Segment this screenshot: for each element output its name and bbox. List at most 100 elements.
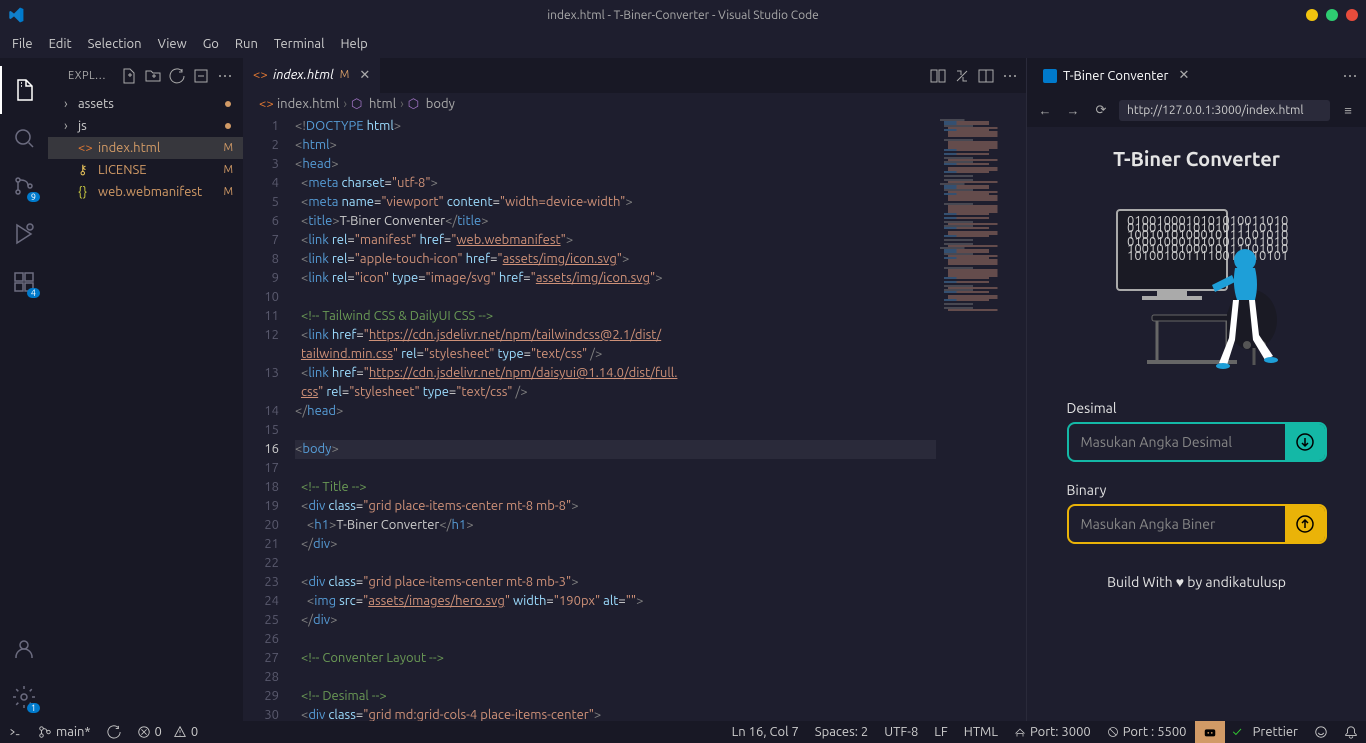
activity-extensions[interactable]: 4 [0, 258, 48, 306]
more-icon[interactable] [1342, 68, 1358, 84]
new-folder-icon[interactable] [143, 66, 163, 86]
binary-input[interactable] [1069, 506, 1285, 542]
more-icon[interactable] [215, 66, 235, 86]
sb-eol[interactable]: LF [926, 721, 955, 743]
sidebar-title: EXPLORER [68, 70, 108, 82]
sb-notifications[interactable] [1336, 721, 1366, 743]
sb-cursor[interactable]: Ln 16, Col 7 [724, 721, 807, 743]
tab-status: M [340, 69, 350, 81]
new-file-icon[interactable] [119, 66, 139, 86]
activity-search[interactable] [0, 114, 48, 162]
refresh-icon[interactable] [167, 66, 187, 86]
modified-dot [225, 123, 231, 129]
preview-tab[interactable]: T-Biner Conventer ✕ [1035, 58, 1197, 93]
titlebar: index.html - T-Biner-Converter - Visual … [0, 0, 1366, 30]
desimal-input[interactable] [1069, 424, 1285, 460]
forward-icon[interactable]: → [1063, 103, 1083, 118]
hero-image: 0100100010101010011010 01001000101010111… [1097, 200, 1297, 370]
tab-name: index.html [273, 68, 334, 82]
ext-badge: 4 [27, 288, 40, 298]
sb-remote[interactable] [0, 721, 30, 743]
code-editor[interactable]: 1234567891011121314151617181920212223242… [243, 115, 1026, 721]
sb-problems[interactable]: 0 0 [129, 721, 207, 743]
close-window-button[interactable] [1346, 9, 1358, 21]
sb-prettier[interactable]: ✓ Prettier [1225, 721, 1306, 743]
file-row-webmanifest[interactable]: {} web.webmanifest M [48, 181, 243, 203]
file-status: M [223, 142, 233, 154]
minimap[interactable] [936, 115, 1026, 721]
menu-icon[interactable]: ≡ [1338, 103, 1358, 118]
sb-lang[interactable]: HTML [956, 721, 1006, 743]
minimize-button[interactable] [1306, 9, 1318, 21]
chevron-right-icon: › [64, 119, 78, 133]
file-row-assets[interactable]: › assets [48, 93, 243, 115]
window-title: index.html - T-Biner-Converter - Visual … [547, 9, 819, 22]
file-row-js[interactable]: › js [48, 115, 243, 137]
split-icon[interactable] [978, 68, 994, 84]
binary-convert-button[interactable] [1285, 506, 1325, 542]
diff-icon[interactable] [954, 68, 970, 84]
file-row-license[interactable]: ⚷ LICENSE M [48, 159, 243, 181]
collapse-icon[interactable] [191, 66, 211, 86]
activity-scm[interactable]: 9 [0, 162, 48, 210]
breadcrumb-item[interactable]: body [426, 97, 455, 111]
breadcrumb-item[interactable]: html [369, 97, 396, 111]
activity-account[interactable] [0, 625, 48, 673]
menubar: File Edit Selection View Go Run Terminal… [0, 30, 1366, 58]
file-status: M [223, 164, 233, 176]
svg-text:1010010011110011010101: 1010010011110011010101 [1127, 249, 1288, 263]
sb-copilot[interactable] [1195, 721, 1225, 743]
sb-sync[interactable] [99, 721, 129, 743]
compare-icon[interactable] [930, 68, 946, 84]
binary-label: Binary [1067, 482, 1327, 498]
file-name: assets [78, 97, 225, 111]
html-icon: <> [78, 141, 94, 155]
more-icon[interactable] [1002, 68, 1018, 84]
activity-explorer[interactable] [0, 66, 48, 114]
modified-dot [225, 101, 231, 107]
menu-edit[interactable]: Edit [41, 33, 80, 55]
file-tree: › assets › js <> index.html M ⚷ LICENSE … [48, 93, 243, 721]
json-icon: {} [78, 185, 94, 199]
preview-tab-name: T-Biner Conventer [1063, 69, 1168, 83]
file-name: index.html [98, 141, 223, 155]
desimal-convert-button[interactable] [1285, 424, 1325, 460]
menu-help[interactable]: Help [332, 33, 375, 55]
activitybar: 9 4 1 [0, 58, 48, 721]
close-icon[interactable]: ✕ [1178, 68, 1189, 83]
chevron-right-icon: › [343, 97, 347, 111]
menu-view[interactable]: View [150, 33, 195, 55]
menu-terminal[interactable]: Terminal [266, 33, 333, 55]
breadcrumb[interactable]: <> index.html › ⬡ html › ⬡ body [243, 93, 1026, 115]
html-icon: <> [253, 68, 267, 82]
code-content[interactable]: <!DOCTYPE html><html><head> <meta charse… [295, 115, 936, 721]
scm-badge: 9 [27, 192, 40, 202]
sb-spaces[interactable]: Spaces: 2 [807, 721, 876, 743]
sb-port2[interactable]: Port : 5500 [1099, 721, 1195, 743]
menu-file[interactable]: File [4, 33, 41, 55]
sidebar: EXPLORER › assets › js <> [48, 58, 243, 721]
sb-port1[interactable]: Port: 3000 [1006, 721, 1099, 743]
tab-index[interactable]: <> index.html M ✕ [243, 58, 380, 93]
file-row-index[interactable]: <> index.html M [48, 137, 243, 159]
close-icon[interactable]: ✕ [359, 68, 370, 83]
menu-go[interactable]: Go [195, 33, 227, 55]
file-name: js [78, 119, 225, 133]
sb-encoding[interactable]: UTF-8 [876, 721, 926, 743]
activity-debug[interactable] [0, 210, 48, 258]
menu-run[interactable]: Run [227, 33, 266, 55]
sb-feedback[interactable] [1306, 721, 1336, 743]
back-icon[interactable]: ← [1035, 103, 1055, 118]
vscode-logo-icon [8, 7, 24, 23]
tag-icon: ⬡ [351, 97, 365, 112]
desimal-label: Desimal [1067, 400, 1327, 416]
statusbar: main* 0 0 Ln 16, Col 7 Spaces: 2 UTF-8 L… [0, 721, 1366, 743]
maximize-button[interactable] [1326, 9, 1338, 21]
url-bar[interactable]: http://127.0.0.1:3000/index.html [1119, 100, 1330, 121]
activity-settings[interactable]: 1 [0, 673, 48, 721]
reload-icon[interactable]: ⟳ [1091, 103, 1111, 118]
sb-branch[interactable]: main* [30, 721, 99, 743]
editor-area: <> index.html M ✕ <> index.html › ⬡ html… [243, 58, 1026, 721]
breadcrumb-item[interactable]: index.html [277, 97, 339, 111]
menu-selection[interactable]: Selection [80, 33, 150, 55]
